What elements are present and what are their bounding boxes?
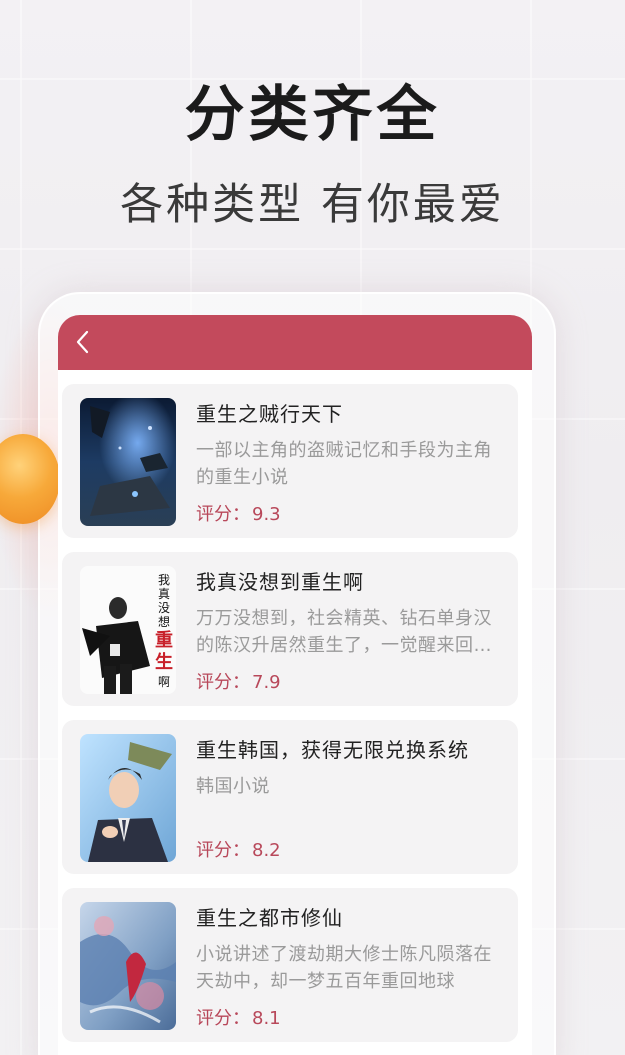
book-description: 韩国小说 xyxy=(196,776,270,797)
fantasy-art-cover xyxy=(80,902,176,1030)
book-card[interactable]: 我 真 没 想 重 生 啊 我真没想到重生啊 万万没想到，社会精英、钻石单身汉的… xyxy=(62,552,518,706)
book-score: 评分： 8.1 xyxy=(196,1004,281,1030)
score-value: 8.1 xyxy=(252,1008,281,1029)
book-card[interactable]: 重生韩国，获得无限兑换系统 韩国小说 评分： 8.2 xyxy=(62,720,518,874)
book-card[interactable]: 重生之都市修仙 小说讲述了渡劫期大修士陈凡陨落在天劫中，却一梦五百年重回地球 评… xyxy=(62,888,518,1042)
suit-man-calligraphy-cover: 我 真 没 想 重 生 啊 xyxy=(80,566,176,694)
score-label: 评分： xyxy=(196,504,250,525)
app-screen: 重生之贼行天下 一部以主角的盗贼记忆和手段为主角的重生小说 评分： 9.3 我 真… xyxy=(58,315,532,1055)
svg-text:真: 真 xyxy=(158,587,170,601)
book-title: 重生之都市修仙 xyxy=(196,906,343,930)
svg-text:生: 生 xyxy=(155,651,173,673)
book-title: 重生之贼行天下 xyxy=(196,402,343,426)
page-subheadline: 各种类型 有你最爱 xyxy=(120,180,505,230)
book-score: 评分： 8.2 xyxy=(196,836,281,862)
score-label: 评分： xyxy=(196,672,250,693)
book-score: 评分： 7.9 xyxy=(196,668,281,694)
book-score: 评分： 9.3 xyxy=(196,500,281,526)
book-title: 我真没想到重生啊 xyxy=(196,570,364,594)
space-scene-cover xyxy=(80,398,176,526)
score-label: 评分： xyxy=(196,840,250,861)
svg-text:没: 没 xyxy=(158,600,170,615)
book-title: 重生韩国，获得无限兑换系统 xyxy=(196,738,469,762)
businessman-cover xyxy=(80,734,176,862)
chevron-left-icon[interactable] xyxy=(70,329,96,355)
score-value: 9.3 xyxy=(252,504,281,525)
book-cover xyxy=(80,398,176,526)
book-description: 一部以主角的盗贼记忆和手段为主角的重生小说 xyxy=(196,440,492,488)
book-cover xyxy=(80,734,176,862)
book-description: 小说讲述了渡劫期大修士陈凡陨落在天劫中，却一梦五百年重回地球 xyxy=(196,944,492,992)
book-card[interactable]: 重生之贼行天下 一部以主角的盗贼记忆和手段为主角的重生小说 评分： 9.3 xyxy=(62,384,518,538)
score-value: 8.2 xyxy=(252,840,281,861)
book-description: 万万没想到，社会精英、钻石单身汉的陈汉升居然重生了，一觉醒来回到了高考完的那个暑… xyxy=(196,608,492,656)
svg-text:我: 我 xyxy=(158,573,170,587)
svg-text:重: 重 xyxy=(155,629,173,651)
svg-text:啊: 啊 xyxy=(158,675,170,689)
book-cover xyxy=(80,902,176,1030)
svg-text:想: 想 xyxy=(158,614,170,629)
score-label: 评分： xyxy=(196,1008,250,1029)
top-navbar xyxy=(58,315,532,370)
score-value: 7.9 xyxy=(252,672,281,693)
book-cover: 我 真 没 想 重 生 啊 xyxy=(80,566,176,694)
page-headline: 分类齐全 xyxy=(184,80,441,150)
